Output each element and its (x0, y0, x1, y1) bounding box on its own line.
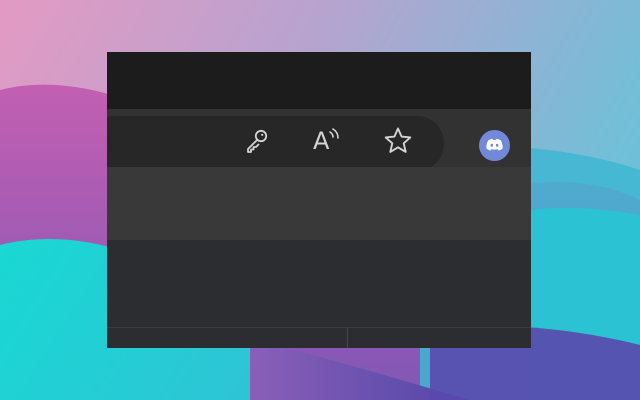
title-bar (107, 52, 531, 109)
password-key-button[interactable] (239, 123, 275, 159)
page-content (107, 240, 531, 348)
read-aloud-icon: A (311, 126, 341, 156)
browser-window: A (107, 52, 531, 348)
read-aloud-button[interactable]: A (308, 123, 344, 159)
favorite-button[interactable] (380, 123, 416, 159)
discord-extension-button[interactable] (479, 130, 510, 161)
star-icon (384, 127, 412, 153)
read-aloud-letter: A (313, 127, 330, 155)
desktop: A (0, 0, 640, 400)
secondary-toolbar (107, 167, 531, 240)
content-divider (107, 327, 531, 328)
column-divider (347, 328, 348, 348)
discord-icon (479, 130, 510, 161)
browser-toolbar: A (107, 109, 531, 171)
key-icon (247, 129, 268, 153)
